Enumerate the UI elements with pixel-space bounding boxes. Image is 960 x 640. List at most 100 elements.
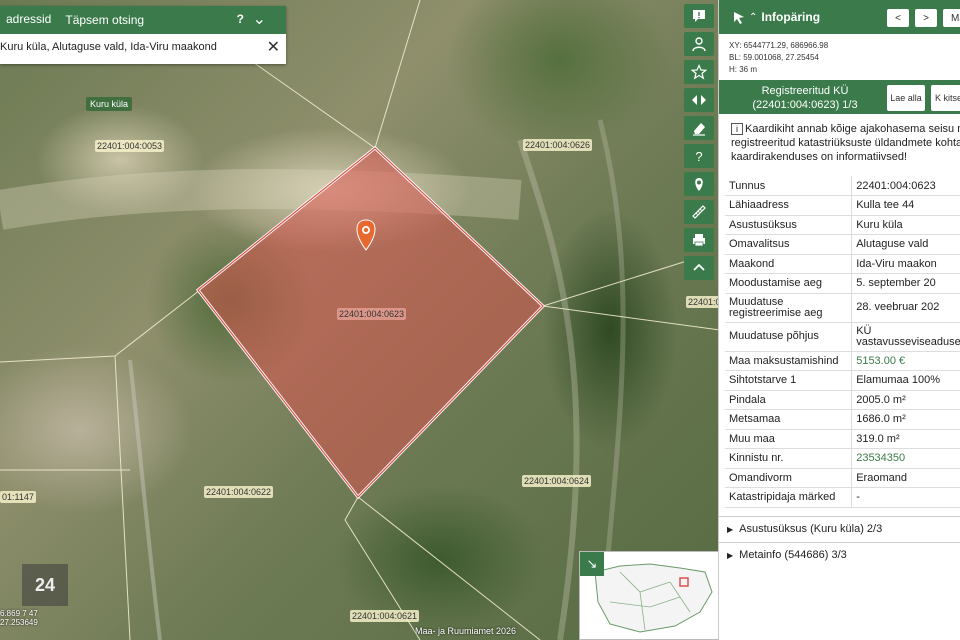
notice-line: Kaardikiht annab kõige ajakohasema seisu… — [745, 123, 960, 135]
table-row: Moodustamise aeg 5. september 20 — [725, 273, 960, 294]
attr-key: Maakond — [725, 254, 852, 274]
table-row: Metsamaa 1686.0 m² — [725, 409, 960, 430]
layer-header: Registreeritud KÜ (22401:004:0623) 1/3 L… — [719, 80, 960, 114]
table-row: Katastripidaja märked - — [725, 487, 960, 508]
table-row: Maakond Ida-Viru maakon — [725, 254, 960, 274]
prev-button[interactable]: < — [887, 9, 909, 27]
search-value: Kuru küla, Alutaguse vald, Ida-Viru maak… — [0, 41, 217, 53]
tab-addresses[interactable]: adressid — [6, 12, 51, 28]
star-icon[interactable] — [684, 60, 714, 84]
parcel-label: 01:1147 — [0, 491, 36, 503]
expand-triangle-icon: ▶ — [727, 550, 734, 560]
user-icon[interactable] — [684, 32, 714, 56]
restrictions-button[interactable]: K kitsen — [931, 85, 960, 111]
table-row: Sihtotstarve 1 Elamumaa 100% — [725, 370, 960, 391]
more-button[interactable]: Ma — [943, 9, 960, 27]
swap-icon[interactable] — [684, 88, 714, 112]
attr-key: Muu maa — [725, 429, 852, 449]
next-button[interactable]: > — [915, 9, 937, 27]
notice-line: registreeritud katastriüksuste üldandmet… — [731, 137, 960, 149]
attr-value: KÜ vastavusseviseadusega — [851, 322, 960, 352]
feedback-icon[interactable] — [684, 4, 714, 28]
attr-value: 28. veebruar 202 — [851, 293, 960, 323]
search-input[interactable]: Kuru küla, Alutaguse vald, Ida-Viru maak… — [0, 34, 286, 60]
tax-value-link[interactable]: 5153.00 € — [851, 351, 960, 371]
attr-value: 22401:004:0623 — [851, 176, 960, 196]
parcel-label: 22401:004:0626 — [523, 139, 593, 151]
coord-line: 6.869 7 47 — [0, 609, 38, 618]
attr-value: 319.0 m² — [851, 429, 960, 449]
info-title: Infopäring — [761, 10, 821, 24]
property-number-link[interactable]: 23534350 — [851, 448, 960, 469]
chevron-down-icon[interactable]: ⌄ — [253, 9, 266, 29]
attr-key: Muudatuse põhjus — [725, 322, 852, 352]
table-row: Pindala 2005.0 m² — [725, 390, 960, 410]
attr-key: Moodustamise aeg — [725, 273, 852, 294]
collapse-up-icon[interactable] — [684, 256, 714, 280]
notice-line: kaardirakenduses on informatiivsed! — [731, 151, 908, 163]
section-settlement[interactable]: ▶ Asustusüksus (Kuru küla) 2/3 — [719, 515, 960, 542]
attr-key: Muudatuse registreerimise aeg — [725, 293, 852, 323]
expand-overview-icon[interactable]: ↘ — [580, 552, 604, 576]
attr-value: 2005.0 m² — [851, 390, 960, 410]
attr-key: Sihtotstarve 1 — [725, 370, 852, 391]
download-button[interactable]: Lae alla — [887, 85, 925, 111]
chevron-up-icon[interactable]: ⌃ — [749, 12, 757, 23]
village-label: Kuru küla — [86, 97, 133, 111]
print-icon[interactable] — [684, 228, 714, 252]
attr-value: 1686.0 m² — [851, 409, 960, 430]
zoom-badge: 24 — [22, 564, 68, 606]
xy-coords: XY: 6544771.29, 686966.98 — [729, 41, 829, 50]
attr-value: Elamumaa 100% — [851, 370, 960, 391]
app-root: Kuru küla 22401:004:0053 22401:004:0626 … — [0, 0, 960, 640]
map-toolbar: ? — [684, 4, 714, 284]
clicked-coordinates: XY: 6544771.29, 686966.98 BL: 59.001068,… — [719, 34, 960, 80]
overview-map[interactable]: ↘ — [579, 551, 720, 640]
attr-key: Omandivorm — [725, 468, 852, 488]
location-icon[interactable] — [684, 172, 714, 196]
attr-value: Alutaguse vald — [851, 234, 960, 255]
attribute-table: Tunnus 22401:004:0623 Lähiaadress Kulla te… — [725, 176, 960, 508]
close-icon[interactable]: ✕ — [267, 37, 280, 57]
attr-key: Omavalitsus — [725, 234, 852, 255]
ruler-icon[interactable] — [684, 200, 714, 224]
attr-key: Tunnus — [725, 176, 852, 196]
help-icon[interactable]: ? — [237, 12, 244, 26]
parcel-label: 22401:004:0621 — [350, 610, 420, 622]
section-label: Metainfo (544686) 3/3 — [739, 549, 847, 561]
table-row: Muudatuse registreerimise aeg 28. veebrua… — [725, 293, 960, 323]
info-header: ⌃ Infopäring < > Ma — [719, 0, 960, 34]
attr-key: Pindala — [725, 390, 852, 410]
search-tabs: adressid Täpsem otsing ? ⌄ — [0, 6, 286, 34]
attr-value: Kulla tee 44 — [851, 195, 960, 216]
parcel-label: 22401:004:0622 — [204, 486, 274, 498]
attr-value: Kuru küla — [851, 215, 960, 235]
map-canvas[interactable]: Kuru küla 22401:004:0053 22401:004:0626 … — [0, 0, 720, 640]
search-panel: adressid Täpsem otsing ? ⌄ Kuru küla, Al… — [0, 6, 286, 64]
help-icon[interactable]: ? — [684, 144, 714, 168]
coord-readout: 6.869 7 47 27.253649 — [0, 609, 38, 627]
table-row: Muudatuse põhjusKÜ vastavusseviseadusega — [725, 322, 960, 352]
attr-value: - — [851, 487, 960, 508]
table-row: Kinnistu nr. 23534350 — [725, 448, 960, 469]
attr-key: Metsamaa — [725, 409, 852, 430]
height-value: H: 36 m — [729, 65, 758, 74]
attr-key: Maa maksustamishind — [725, 351, 852, 371]
attr-value: Eraomand — [851, 468, 960, 488]
layer-title: Registreeritud KÜ — [761, 85, 849, 97]
attr-key: Kinnistu nr. — [725, 448, 852, 469]
parcel-label: 22401:004:0624 — [522, 475, 592, 487]
copyright: Maa- ja Ruumiamet 2026 — [415, 626, 517, 636]
parcel-label: 22401:004: — [686, 296, 720, 308]
parcel-label: 22401:004:0053 — [95, 140, 165, 152]
parcel-label: 22401:004:0623 — [337, 308, 407, 320]
coord-line: 27.253649 — [0, 618, 38, 627]
table-row: Tunnus 22401:004:0623 — [725, 176, 960, 196]
eraser-icon[interactable] — [684, 116, 714, 140]
map-overlay — [0, 0, 720, 640]
tab-advanced-search[interactable]: Täpsem otsing — [65, 13, 144, 27]
attr-key: Asustusüksus — [725, 215, 852, 235]
table-row: Maa maksustamishind 5153.00 € — [725, 351, 960, 371]
section-metainfo[interactable]: ▶ Metainfo (544686) 3/3 — [719, 541, 960, 568]
